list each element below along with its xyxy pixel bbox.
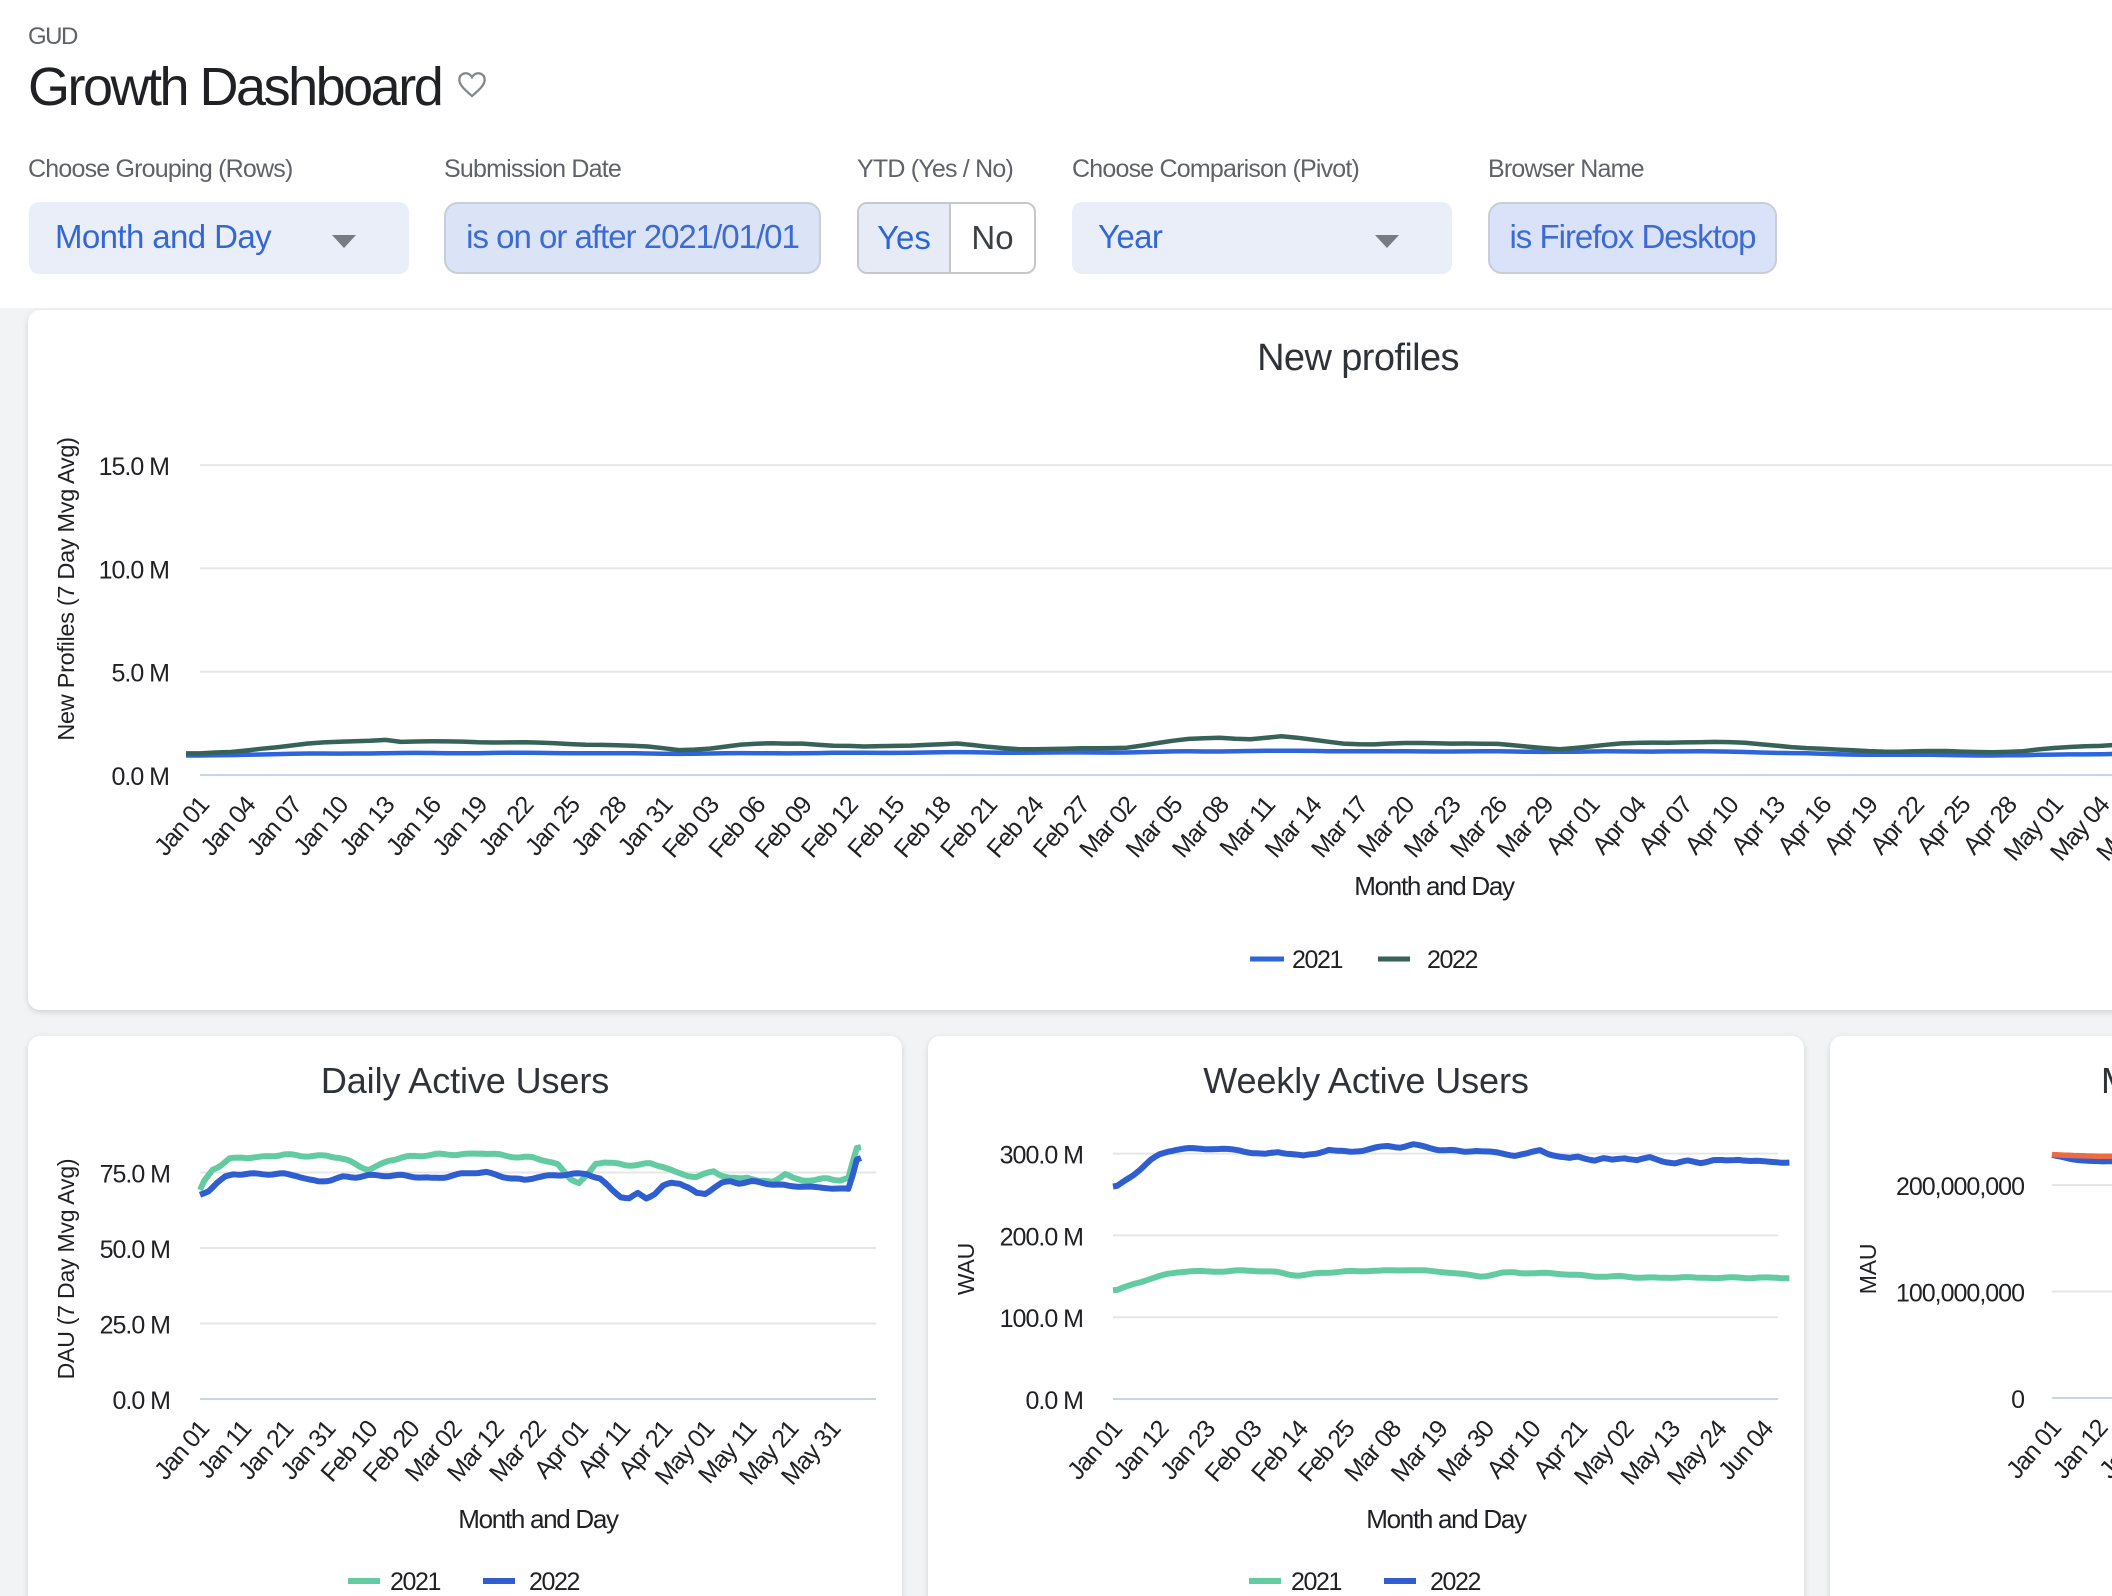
svg-text:New profiles: New profiles bbox=[1257, 337, 1459, 379]
svg-text:2021: 2021 bbox=[1292, 946, 1343, 974]
svg-text:0: 0 bbox=[2011, 1386, 2024, 1414]
svg-text:200,000,000: 200,000,000 bbox=[1896, 1173, 2024, 1201]
svg-text:0.0 M: 0.0 M bbox=[112, 1387, 170, 1415]
svg-text:5.0 M: 5.0 M bbox=[111, 660, 169, 688]
svg-text:2022: 2022 bbox=[529, 1568, 580, 1596]
svg-text:Weekly Active Users: Weekly Active Users bbox=[1203, 1060, 1529, 1101]
svg-text:Month and Day: Month and Day bbox=[1366, 1504, 1527, 1534]
svg-text:0.0 M: 0.0 M bbox=[111, 763, 169, 791]
svg-text:15.0 M: 15.0 M bbox=[99, 453, 169, 481]
svg-text:Monthly Active Users: Monthly Active Users bbox=[2101, 1060, 2112, 1101]
svg-text:100,000,000: 100,000,000 bbox=[1896, 1280, 2024, 1308]
svg-text:300.0 M: 300.0 M bbox=[1000, 1142, 1083, 1170]
svg-text:50.0 M: 50.0 M bbox=[100, 1236, 170, 1264]
svg-text:2022: 2022 bbox=[1427, 946, 1478, 974]
svg-text:Daily Active Users: Daily Active Users bbox=[321, 1060, 609, 1101]
svg-text:New Profiles (7 Day Mvg Avg): New Profiles (7 Day Mvg Avg) bbox=[53, 437, 79, 740]
svg-text:25.0 M: 25.0 M bbox=[100, 1312, 170, 1340]
svg-text:0.0 M: 0.0 M bbox=[1025, 1387, 1083, 1415]
svg-text:Jun 04: Jun 04 bbox=[1713, 1415, 1780, 1486]
svg-text:100.0 M: 100.0 M bbox=[1000, 1305, 1083, 1333]
svg-text:Month and Day: Month and Day bbox=[458, 1504, 619, 1534]
svg-text:2021: 2021 bbox=[1291, 1568, 1342, 1596]
svg-text:2021: 2021 bbox=[390, 1568, 441, 1596]
svg-text:MAU: MAU bbox=[1855, 1244, 1881, 1295]
svg-text:WAU: WAU bbox=[953, 1243, 979, 1295]
svg-text:2022: 2022 bbox=[1430, 1568, 1481, 1596]
svg-text:DAU (7 Day Mvg Avg): DAU (7 Day Mvg Avg) bbox=[53, 1159, 79, 1380]
svg-text:75.0 M: 75.0 M bbox=[100, 1161, 170, 1189]
svg-text:10.0 M: 10.0 M bbox=[99, 556, 169, 584]
svg-text:200.0 M: 200.0 M bbox=[1000, 1223, 1083, 1251]
svg-text:Month and Day: Month and Day bbox=[1354, 871, 1515, 901]
